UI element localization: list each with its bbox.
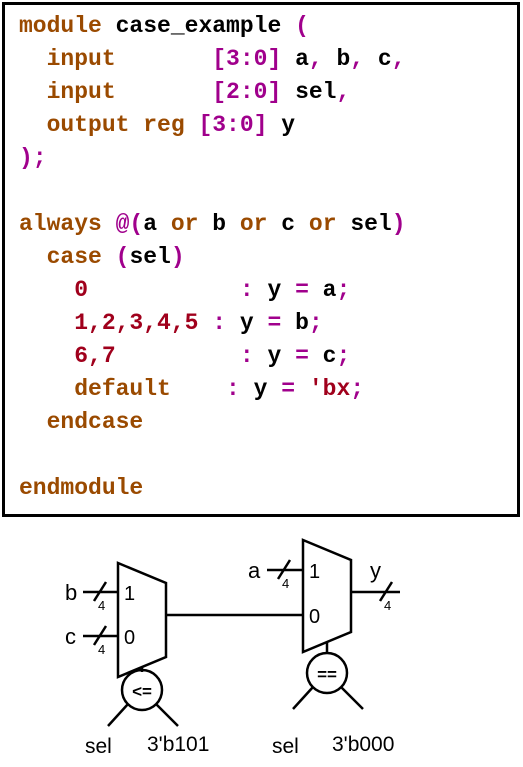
comparator-left-op: <= — [132, 682, 152, 701]
code-token: sel — [350, 211, 392, 237]
code-line: always @(a or b or c or sel) — [19, 208, 406, 241]
code-token: case — [19, 244, 116, 270]
code-token: sel — [295, 79, 337, 105]
cmp-left-in-sel: sel — [85, 735, 112, 758]
code-token: ; — [350, 376, 365, 402]
code-token: or — [308, 211, 351, 237]
code-token: or — [170, 211, 213, 237]
code-line: default : y = 'bx; — [19, 373, 364, 406]
code-line: 6,7 : y = c; — [19, 340, 350, 373]
code-token: y — [253, 376, 282, 402]
code-token: , — [336, 79, 351, 105]
code-token: , — [391, 46, 406, 72]
code-token: ; — [336, 277, 351, 303]
wire-cmp-right-a — [292, 686, 314, 710]
code-line: ); — [19, 142, 47, 175]
code-token: case_example — [115, 13, 296, 39]
code-token: b — [295, 310, 309, 336]
label-c: c — [65, 624, 76, 649]
code-line: endcase — [19, 406, 144, 439]
code-token: a — [143, 211, 171, 237]
wire-cmp-right-b — [340, 686, 364, 710]
code-token: y — [281, 112, 296, 138]
code-token: b — [212, 211, 240, 237]
code-line: case (sel) — [19, 241, 185, 274]
code-token: output reg — [19, 112, 199, 138]
code-token: 1,2,3,4,5 — [19, 310, 213, 336]
code-token: : — [239, 343, 268, 369]
code-line: output reg [3:0] y — [19, 109, 295, 142]
code-line: 0 : y = a; — [19, 274, 350, 307]
code-token: @( — [115, 211, 144, 237]
code-token: [3:0] — [198, 112, 282, 138]
code-token: ; — [308, 310, 323, 336]
code-token: input — [19, 46, 213, 72]
comparator-right-op: == — [317, 665, 337, 684]
code-line: endmodule — [19, 472, 143, 505]
width-b: 4 — [98, 598, 105, 613]
code-token: sel — [129, 244, 171, 270]
code-token: module — [19, 13, 116, 39]
code-token: [2:0] — [212, 79, 296, 105]
mux-right-sel1: 1 — [309, 561, 320, 583]
code-token: 6,7 — [19, 343, 240, 369]
label-b: b — [65, 580, 77, 605]
code-token: y — [239, 310, 268, 336]
circuit-diagram: b 4 1 c 4 0 <= sel 3'b101 a 4 1 0 y 4 ==… — [65, 538, 400, 758]
label-a: a — [248, 558, 261, 583]
code-token: ) — [391, 211, 406, 237]
code-token: = — [295, 343, 323, 369]
code-token: : — [226, 376, 254, 402]
code-token: = — [295, 277, 323, 303]
mux-right-sel0: 0 — [309, 606, 320, 628]
code-line: module case_example ( — [19, 10, 309, 43]
code-token: a — [322, 277, 337, 303]
code-token: input — [19, 79, 213, 105]
code-token: c — [377, 46, 392, 72]
cmp-left-in-const: 3'b101 — [147, 733, 209, 756]
mux-left — [116, 561, 168, 679]
cmp-right-in-sel: sel — [272, 735, 299, 758]
width-a: 4 — [282, 576, 289, 591]
code-token: 'bx — [308, 376, 351, 402]
code-token: ; — [336, 343, 351, 369]
code-token: a — [295, 46, 309, 72]
code-token: : — [239, 277, 268, 303]
code-token: or — [239, 211, 282, 237]
code-token: c — [281, 211, 309, 237]
mux-left-sel1: 1 — [124, 583, 135, 605]
mux-right — [301, 538, 353, 654]
wire-cmp-left-a — [107, 703, 129, 727]
code-panel: module case_example ( input [3:0] a, b, … — [2, 2, 520, 517]
label-y: y — [370, 558, 381, 583]
code-token: , — [308, 46, 337, 72]
code-line: input [3:0] a, b, c, — [19, 43, 406, 76]
code-token: y — [267, 277, 296, 303]
wire-cmp-left-b — [155, 703, 179, 727]
code-token: endcase — [19, 409, 144, 435]
code-line: input [2:0] sel, — [19, 76, 351, 109]
mux-left-sel0: 0 — [124, 627, 135, 649]
code-token: ); — [19, 145, 47, 171]
code-token: ) — [170, 244, 185, 270]
cmp-right-in-const: 3'b000 — [332, 733, 394, 756]
code-line: 1,2,3,4,5 : y = b; — [19, 307, 323, 340]
code-token: always — [19, 211, 116, 237]
code-token: c — [322, 343, 337, 369]
code-token: endmodule — [19, 475, 144, 501]
code-token: ( — [295, 13, 309, 39]
width-y: 4 — [384, 598, 391, 613]
code-token: , — [350, 46, 378, 72]
code-token: : — [212, 310, 240, 336]
code-token: b — [336, 46, 351, 72]
code-token: 0 — [19, 277, 240, 303]
code-token: = — [267, 310, 296, 336]
code-token: default — [19, 376, 227, 402]
width-c: 4 — [98, 642, 105, 657]
code-token: = — [281, 376, 309, 402]
code-token: ( — [115, 244, 130, 270]
code-token: y — [267, 343, 296, 369]
code-token: [3:0] — [212, 46, 296, 72]
